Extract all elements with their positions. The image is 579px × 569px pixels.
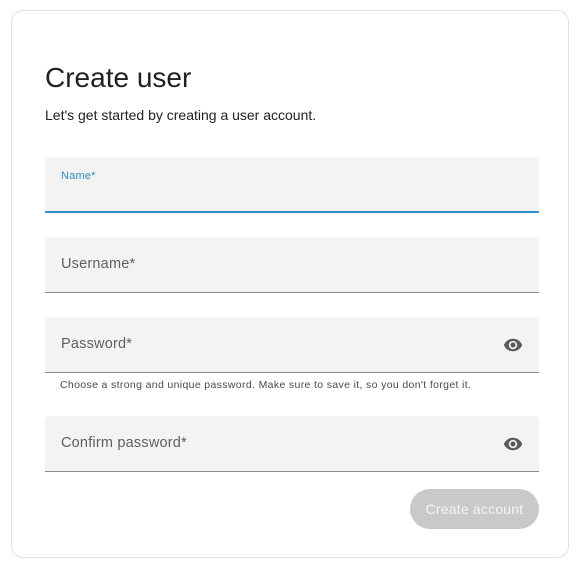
password-field[interactable]: Password*	[45, 317, 539, 373]
password-helper-text: Choose a strong and unique password. Mak…	[60, 379, 472, 391]
name-input[interactable]	[61, 183, 481, 205]
eye-icon[interactable]	[503, 434, 523, 454]
confirm-password-field[interactable]: Confirm password*	[45, 416, 539, 472]
confirm-password-field-label: Confirm password*	[61, 435, 187, 451]
create-account-button[interactable]: Create account	[410, 489, 539, 529]
page-title: Create user	[45, 62, 192, 93]
name-field-label: Name*	[61, 170, 96, 182]
name-field[interactable]: Name*	[45, 157, 539, 213]
page-subtitle: Let's get started by creating a user acc…	[45, 107, 317, 123]
create-user-card: Create user Let's get started by creatin…	[11, 10, 569, 558]
username-field[interactable]: Username*	[45, 237, 539, 293]
password-field-label: Password*	[61, 336, 133, 352]
username-field-label: Username*	[61, 256, 136, 272]
eye-icon[interactable]	[503, 335, 523, 355]
